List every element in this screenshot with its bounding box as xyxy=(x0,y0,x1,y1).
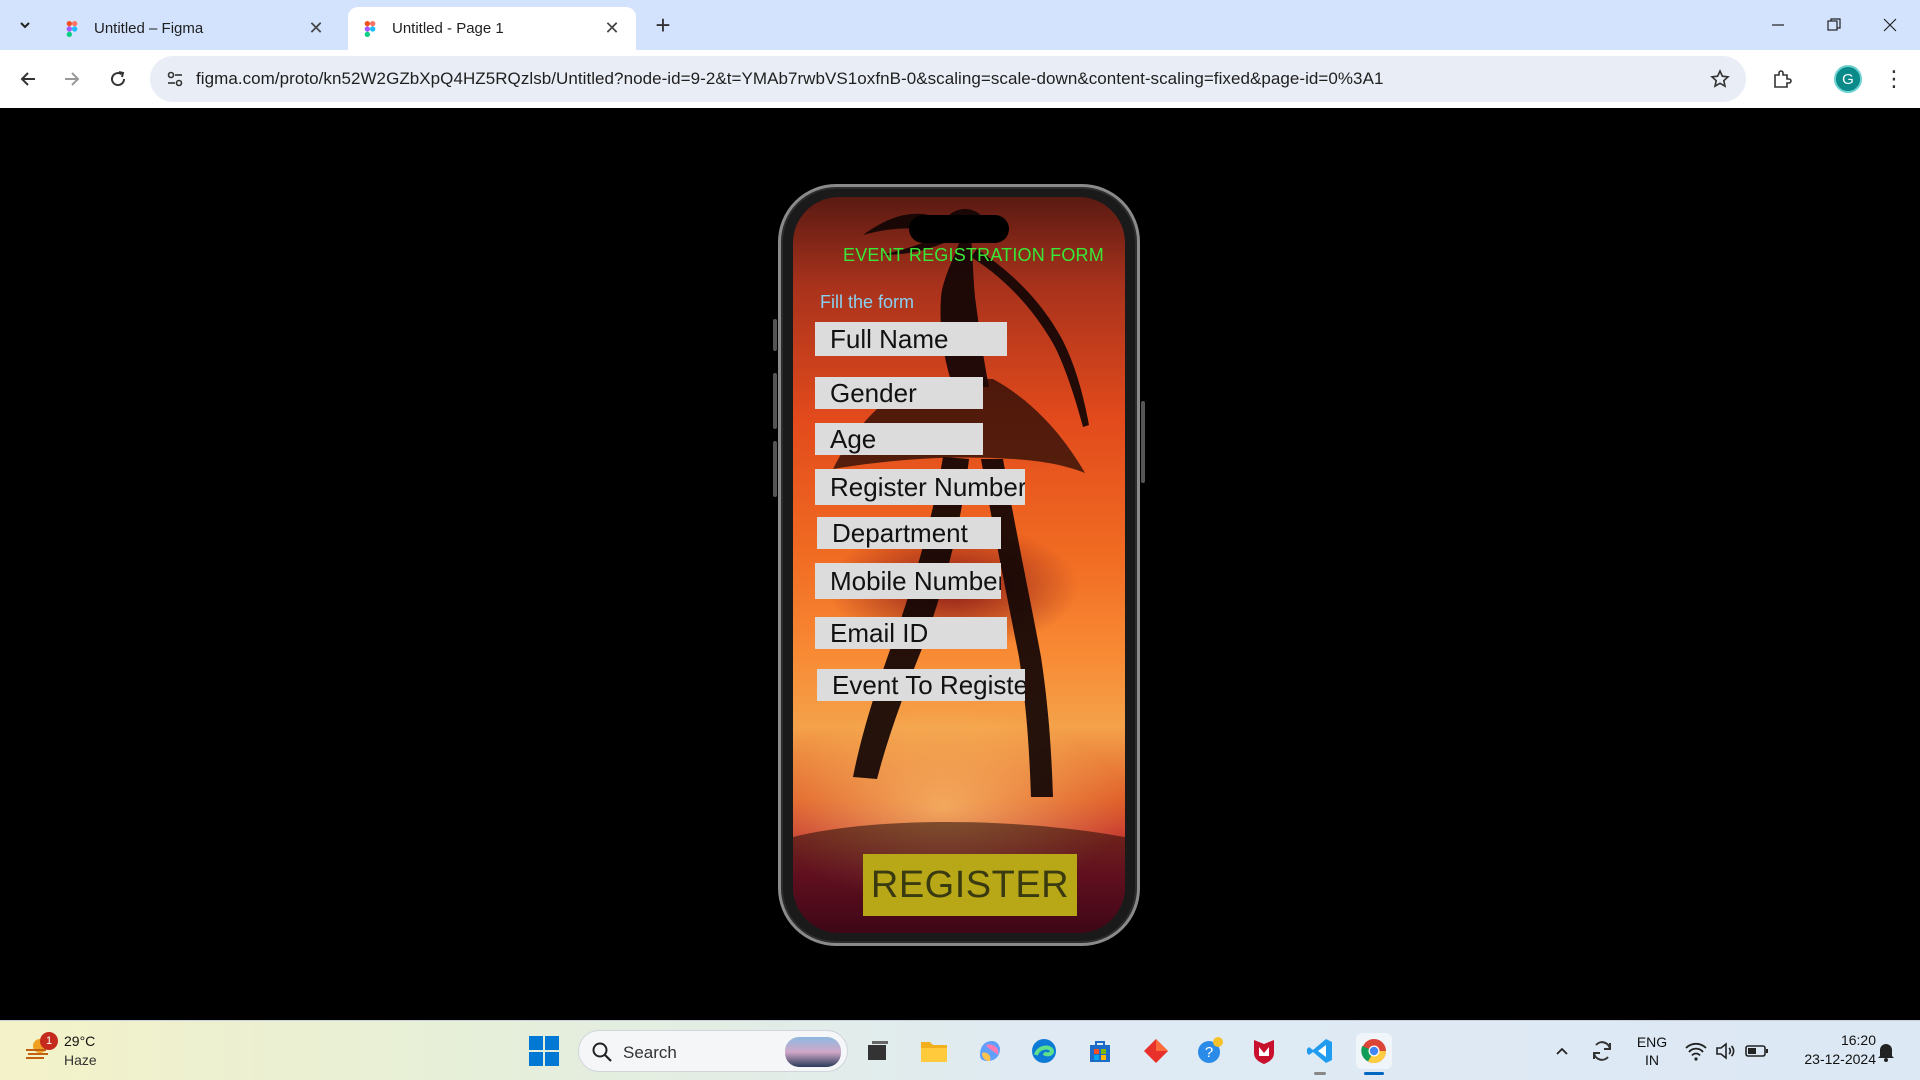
search-label: Search xyxy=(623,1043,677,1062)
reload-button[interactable] xyxy=(100,61,136,97)
search-highlight-image xyxy=(785,1037,841,1067)
file-explorer-icon[interactable] xyxy=(916,1033,952,1069)
tab-search-button[interactable] xyxy=(8,8,42,42)
arrow-left-icon xyxy=(20,72,35,86)
prototype-viewport: EVENT REGISTRATION FORM Fill the form Fu… xyxy=(0,108,1920,1020)
notification-bell-icon[interactable] xyxy=(1874,1039,1898,1063)
close-window-button[interactable] xyxy=(1862,0,1918,50)
vscode-icon[interactable] xyxy=(1302,1033,1338,1075)
windows-taskbar: 1 29°C Haze Search ? ENG IN 16:20 23-12-… xyxy=(0,1020,1920,1080)
reload-icon xyxy=(111,71,126,87)
extensions-button[interactable] xyxy=(1764,61,1800,97)
system-clock[interactable]: 16:20 23-12-2024 xyxy=(1780,1031,1876,1069)
phone-volume-down xyxy=(773,441,777,497)
form-subtitle: Fill the form xyxy=(820,292,915,312)
clock-time: 16:20 xyxy=(1840,1032,1876,1048)
search-icon xyxy=(592,1042,612,1062)
chevron-up-icon xyxy=(1556,1047,1568,1055)
minimize-button[interactable] xyxy=(1750,0,1806,50)
phone-power-button xyxy=(1141,401,1145,483)
gender-field[interactable]: Gender xyxy=(815,377,983,409)
language-region: IN xyxy=(1645,1052,1659,1068)
edge-icon[interactable] xyxy=(1026,1033,1062,1069)
sync-icon[interactable] xyxy=(1588,1037,1616,1065)
clock-date: 23-12-2024 xyxy=(1804,1051,1876,1067)
tab-title: Untitled – Figma xyxy=(94,20,204,37)
browser-menu-icon[interactable]: ⋮ xyxy=(1876,61,1912,97)
weather-alert-badge: 1 xyxy=(40,1032,58,1050)
chevron-down-icon xyxy=(20,22,30,29)
mobile-number-field[interactable]: Mobile Number xyxy=(815,563,1001,599)
bookmark-star-icon[interactable] xyxy=(1706,65,1734,93)
age-field[interactable]: Age xyxy=(815,423,983,455)
copilot-icon[interactable] xyxy=(972,1033,1008,1069)
tab-figma-file[interactable]: Untitled – Figma ✕ xyxy=(50,7,340,50)
close-icon[interactable]: ✕ xyxy=(306,18,326,39)
full-name-field[interactable]: Full Name xyxy=(815,322,1007,356)
phone-frame: EVENT REGISTRATION FORM Fill the form Fu… xyxy=(773,184,1145,946)
restore-button[interactable] xyxy=(1806,0,1862,50)
event-to-register-field[interactable]: Event To Register xyxy=(817,669,1025,701)
svg-text:?: ? xyxy=(1205,1044,1213,1061)
volume-icon[interactable] xyxy=(1714,1039,1738,1063)
forward-button[interactable] xyxy=(54,61,90,97)
new-tab-button[interactable]: + xyxy=(648,10,678,40)
phone-screen: EVENT REGISTRATION FORM Fill the form Fu… xyxy=(793,197,1125,933)
start-button[interactable] xyxy=(528,1035,560,1067)
language-code: ENG xyxy=(1636,1034,1668,1050)
figma-icon xyxy=(66,20,78,37)
restore-icon xyxy=(1827,18,1841,31)
browser-tab-strip: Untitled – Figma ✕ Untitled - Page 1 ✕ + xyxy=(0,0,1920,50)
show-hidden-icons-button[interactable] xyxy=(1548,1037,1576,1065)
close-icon xyxy=(1883,18,1897,32)
register-number-field[interactable]: Register Number xyxy=(815,469,1025,505)
address-bar[interactable]: figma.com/proto/kn52W2GZbXpQ4HZ5RQzlsb/U… xyxy=(150,56,1746,102)
microsoft-store-icon[interactable] xyxy=(1082,1033,1118,1069)
email-id-field[interactable]: Email ID xyxy=(815,617,1007,649)
back-button[interactable] xyxy=(10,61,46,97)
department-field[interactable]: Department xyxy=(817,517,1001,549)
weather-temperature: 29°C xyxy=(64,1033,96,1049)
weather-condition: Haze xyxy=(64,1052,97,1068)
browser-toolbar: figma.com/proto/kn52W2GZbXpQ4HZ5RQzlsb/U… xyxy=(0,50,1920,108)
mcafee-icon[interactable] xyxy=(1246,1033,1282,1069)
windows-icon xyxy=(529,1036,559,1066)
dynamic-island xyxy=(909,215,1009,243)
form-title: EVENT REGISTRATION FORM xyxy=(843,245,1104,265)
running-indicator xyxy=(1314,1072,1326,1075)
tab-prototype-page[interactable]: Untitled - Page 1 ✕ xyxy=(348,7,636,50)
puzzle-icon xyxy=(1774,70,1792,88)
active-indicator xyxy=(1364,1072,1384,1075)
profile-avatar[interactable]: G xyxy=(1834,65,1862,93)
weather-widget[interactable]: 1 29°C Haze xyxy=(20,1030,110,1072)
arrow-right-icon xyxy=(65,72,80,86)
close-icon[interactable]: ✕ xyxy=(602,18,622,39)
register-button[interactable]: REGISTER xyxy=(863,854,1077,916)
site-info-icon[interactable] xyxy=(160,64,190,94)
battery-icon[interactable] xyxy=(1744,1039,1770,1063)
taskbar-search-box[interactable]: Search xyxy=(578,1030,848,1072)
wifi-icon[interactable] xyxy=(1684,1039,1708,1063)
tab-title: Untitled - Page 1 xyxy=(392,20,504,37)
input-language-indicator[interactable]: ENG IN xyxy=(1632,1033,1672,1069)
app-red-diamond-icon[interactable] xyxy=(1138,1033,1174,1069)
chrome-icon[interactable] xyxy=(1356,1033,1392,1075)
app-help-icon[interactable]: ? xyxy=(1192,1033,1228,1069)
phone-volume-up xyxy=(773,373,777,429)
figma-icon xyxy=(364,20,376,37)
minimize-icon xyxy=(1772,24,1784,26)
url-text: figma.com/proto/kn52W2GZbXpQ4HZ5RQzlsb/U… xyxy=(196,69,1384,88)
task-view-icon[interactable] xyxy=(860,1033,896,1069)
phone-action-button xyxy=(773,319,777,351)
